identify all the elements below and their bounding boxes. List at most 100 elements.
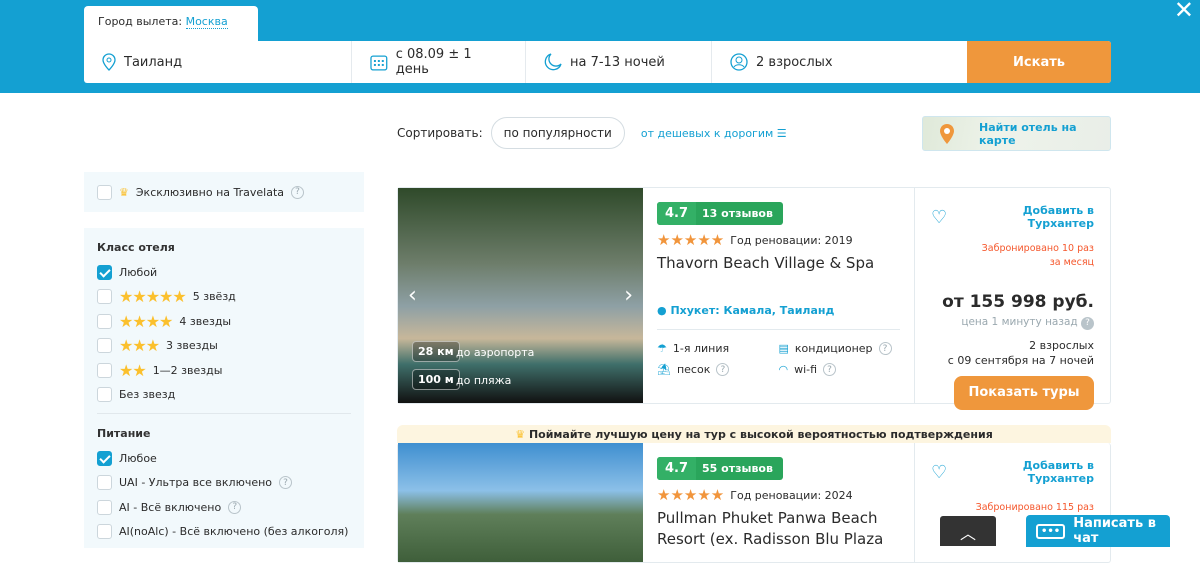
- help-icon[interactable]: ?: [279, 476, 293, 490]
- hotel-photo[interactable]: [398, 443, 643, 562]
- map-pin-icon: [940, 124, 954, 144]
- hotel-class-option[interactable]: ★★★ 3 звезды: [84, 334, 364, 359]
- meal-option[interactable]: AI(noAlc) - Всё включено (без алкоголя): [84, 520, 364, 545]
- air-conditioner-icon: ▤: [778, 342, 789, 355]
- hotel-class-option[interactable]: ★★★★★ 5 звёзд: [84, 285, 364, 310]
- fav-label: Добавить в Турхантер: [1022, 204, 1094, 230]
- checkbox[interactable]: [97, 387, 112, 403]
- checkbox[interactable]: [97, 338, 112, 354]
- checkbox[interactable]: [97, 499, 112, 515]
- checkbox[interactable]: [97, 524, 112, 540]
- amenity-wifi: ◠ wi-fi?: [779, 363, 901, 376]
- hotel-stars: ★★★★★: [657, 231, 725, 249]
- exclusive-filter: ♛ Эксклюзивно на Travelata?: [84, 172, 364, 212]
- search-button[interactable]: Искать: [967, 41, 1111, 83]
- chevron-up-icon: ︿: [959, 524, 976, 543]
- departure-city: Город вылета: Москва: [84, 6, 258, 42]
- checkbox[interactable]: [97, 264, 112, 280]
- sort-popular-button[interactable]: по популярности: [490, 117, 625, 149]
- checkbox[interactable]: [97, 313, 112, 329]
- help-icon[interactable]: ?: [716, 363, 730, 376]
- close-icon[interactable]: ✕: [1174, 0, 1194, 24]
- stars-icon: ★★: [119, 360, 147, 380]
- amenity-label: wi-fi: [794, 363, 818, 376]
- price-value: от 155 998 руб.: [942, 292, 1094, 312]
- option-label: Любое: [119, 451, 157, 465]
- sort-bar: Сортировать: по популярности от дешевых …: [397, 117, 787, 149]
- add-to-tourhunter[interactable]: ♡ Добавить в Турхантер: [931, 459, 1094, 485]
- hotel-class-option[interactable]: Любой: [84, 260, 364, 285]
- moon-icon: [544, 53, 562, 71]
- prev-photo-icon[interactable]: ‹: [408, 283, 417, 308]
- help-icon[interactable]: ?: [823, 363, 837, 376]
- scroll-top-button[interactable]: ︿: [940, 516, 996, 546]
- city-link[interactable]: Москва: [185, 15, 228, 29]
- beach-label: до пляжа: [456, 374, 512, 387]
- hotel-info: 4.7 55 отзывов ★★★★★ Год реновации: 2024 P…: [643, 443, 915, 562]
- hotel-class-option[interactable]: ★★ 1—2 звезды: [84, 358, 364, 383]
- destination-field[interactable]: Таиланд: [84, 41, 352, 83]
- hotel-name[interactable]: Thavorn Beach Village & Spa: [657, 253, 900, 274]
- hotel-photo[interactable]: ‹ › 28 км до аэропорта 100 м до пляжа: [398, 188, 643, 403]
- meal-title: Питание: [97, 427, 151, 440]
- rating-badge[interactable]: 4.7 55 отзывов: [657, 457, 783, 480]
- chat-icon: •••: [1036, 523, 1066, 539]
- amenity-label: песок: [676, 363, 711, 376]
- exclusive-label: Эксклюзивно на Travelata: [135, 185, 285, 199]
- booked-line: Забронировано 10 раз: [981, 243, 1094, 254]
- fav-label: Добавить в Турхантер: [1022, 459, 1094, 485]
- meal-option[interactable]: AI - Всё включено?: [84, 495, 364, 520]
- hotel-info: 4.7 13 отзывов ★★★★★ Год реновации: 2019 T…: [643, 188, 915, 403]
- meal-option[interactable]: UAI - Ультра все включено?: [84, 471, 364, 496]
- checkbox[interactable]: [97, 450, 112, 466]
- hotel-card: 4.7 55 отзывов ★★★★★ Год реновации: 2024 P…: [397, 443, 1111, 563]
- nights-value: на 7-13 ночей: [570, 54, 665, 70]
- option-label: AI(noAlc) - Всё включено (без алкоголя): [119, 525, 349, 539]
- pin-icon: ●: [657, 304, 667, 317]
- checkbox[interactable]: [97, 184, 112, 200]
- map-button-label: Найти отель на карте: [979, 120, 1077, 147]
- stars-icon: ★★★: [119, 336, 160, 356]
- chat-button[interactable]: ••• Написать в чат: [1026, 515, 1170, 547]
- hotel-class-option[interactable]: Без звезд: [84, 383, 364, 408]
- date-field[interactable]: с 08.09 ± 1 день: [352, 41, 526, 83]
- help-icon[interactable]: ?: [228, 500, 242, 514]
- map-button[interactable]: Найти отель на карте: [922, 116, 1111, 151]
- reviews-count: 55 отзывов: [702, 462, 773, 475]
- beach-umbrella-icon: ☂: [657, 342, 667, 355]
- exclusive-checkbox[interactable]: ♛ Эксклюзивно на Travelata?: [84, 180, 364, 205]
- booked-period: за месяц: [1049, 257, 1094, 268]
- rating-value: 4.7: [657, 457, 697, 480]
- option-label: UAI - Ультра все включено: [119, 476, 273, 490]
- heart-icon: ♡: [931, 461, 948, 483]
- checkbox[interactable]: [97, 362, 112, 378]
- hotel-name[interactable]: Pullman Phuket Panwa Beach Resort (ex. R…: [657, 508, 900, 550]
- rating-badge[interactable]: 4.7 13 отзывов: [657, 202, 783, 225]
- tour-guests: 2 взрослых: [1029, 338, 1094, 352]
- help-icon[interactable]: ?: [1081, 316, 1094, 330]
- sand-icon: ⛱: [657, 363, 671, 376]
- hotel-class-option[interactable]: ★★★★ 4 звезды: [84, 309, 364, 334]
- tour-dates: с 09 сентября на 7 ночей: [947, 353, 1094, 367]
- rating-value: 4.7: [657, 202, 697, 225]
- guests-field[interactable]: 2 взрослых: [712, 41, 851, 83]
- hotel-location[interactable]: ● Пхукет: Камала, Таиланд: [657, 304, 900, 317]
- sort-price-link[interactable]: от дешевых к дорогим ☰: [641, 127, 787, 140]
- add-to-tourhunter[interactable]: ♡ Добавить в Турхантер: [931, 204, 1094, 230]
- option-label: AI - Всё включено: [119, 500, 222, 514]
- booked-line: Забронировано 115 раз: [975, 502, 1094, 513]
- tour-details: 2 взрослых с 09 сентября на 7 ночей: [931, 338, 1094, 368]
- show-tours-button[interactable]: Показать туры: [954, 375, 1094, 410]
- checkbox[interactable]: [97, 475, 112, 491]
- nights-field[interactable]: на 7-13 ночей: [526, 41, 712, 83]
- checkbox[interactable]: [97, 289, 112, 305]
- help-icon[interactable]: ?: [878, 342, 892, 355]
- price-age-label: цена 1 минуту назад: [961, 316, 1078, 328]
- price-age: цена 1 минуту назад ?: [931, 316, 1094, 330]
- meal-option[interactable]: Любое: [84, 446, 364, 471]
- help-icon[interactable]: ?: [291, 185, 305, 199]
- promo-banner: ♛ Поймайте лучшую цену на тур с высокой …: [397, 425, 1111, 443]
- city-label: Город вылета:: [98, 15, 183, 28]
- chat-label: Написать в чат: [1073, 516, 1156, 546]
- next-photo-icon[interactable]: ›: [624, 283, 633, 308]
